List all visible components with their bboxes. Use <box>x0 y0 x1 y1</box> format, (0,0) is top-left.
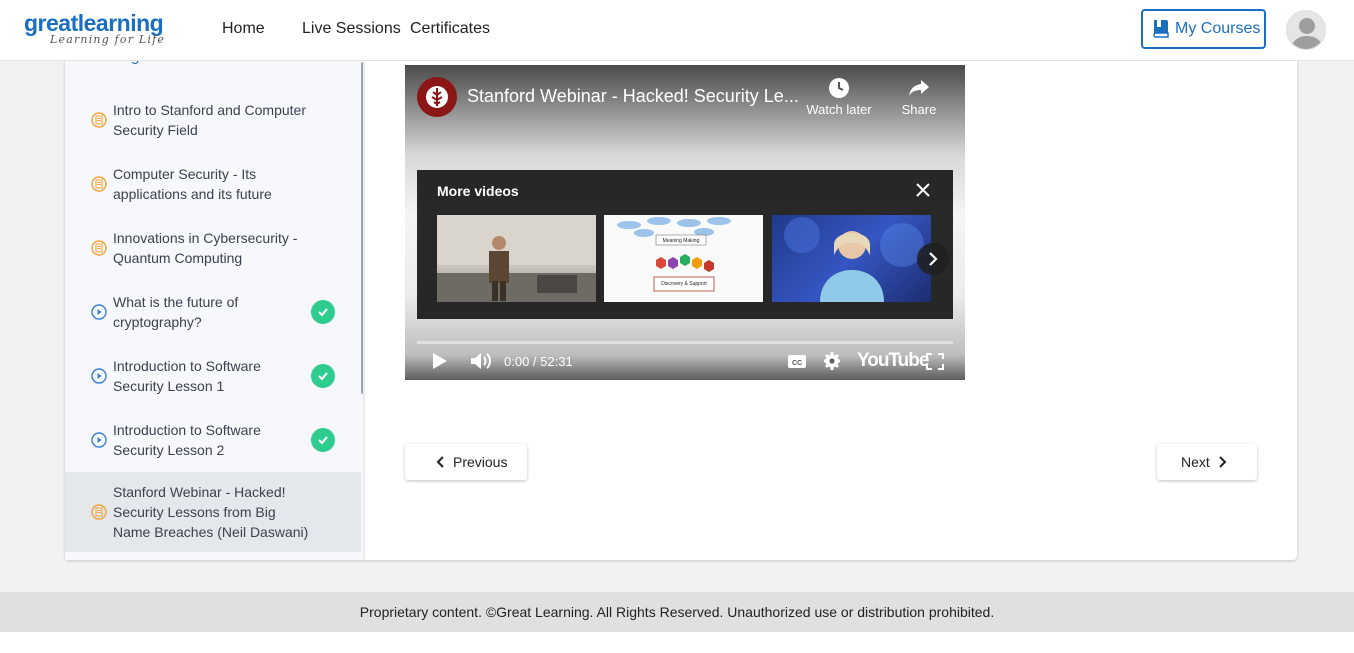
youtube-logo[interactable]: YouTube <box>857 350 929 372</box>
next-label: Next <box>1181 454 1210 470</box>
video-thumbnail[interactable]: Meaning Making Discovery & Support <box>604 215 763 302</box>
sidebar-item-stanford-webinar[interactable]: Stanford Webinar - Hacked! Security Less… <box>65 472 361 552</box>
clock-icon <box>829 78 849 98</box>
share-label: Share <box>901 102 937 117</box>
sidebar-item-label: Introduction to Software Security Lesson… <box>113 358 261 394</box>
nav-certificates[interactable]: Certificates <box>410 20 490 38</box>
sidebar-item-label: Stanford Webinar - Hacked! Security Less… <box>113 484 309 540</box>
sidebar-item-label: Computer Security - Its applications and… <box>113 166 272 202</box>
footer-copyright: Proprietary content. ©Great Learning. Al… <box>0 592 1354 632</box>
sidebar-item-label: Introduction to Software Security Lesson… <box>113 422 261 458</box>
document-icon <box>91 240 107 256</box>
document-icon <box>91 504 107 520</box>
sidebar-item-cryptography[interactable]: What is the future of cryptography? <box>65 280 361 344</box>
sidebar-item-label: What is the future of cryptography? <box>113 294 239 330</box>
play-icon <box>91 304 107 320</box>
sidebar-item-computer-security[interactable]: Computer Security - Its applications and… <box>65 152 361 216</box>
sidebar-item-innovations[interactable]: Innovations in Cybersecurity - Quantum C… <box>65 216 361 280</box>
more-videos-panel: More videos Meaning Making Discovery & S… <box>417 170 953 319</box>
learning-material-sidebar: Learning Material Intro to Stanford and … <box>65 40 365 560</box>
sidebar-item-software-security-2[interactable]: Introduction to Software Security Lesson… <box>65 408 361 472</box>
settings-gear-icon[interactable] <box>822 350 842 372</box>
my-courses-label: My Courses <box>1175 20 1261 37</box>
play-icon <box>91 368 107 384</box>
chevron-left-icon <box>436 456 444 468</box>
video-title[interactable]: Stanford Webinar - Hacked! Security Le..… <box>467 86 799 107</box>
svg-text:CC: CC <box>792 360 802 367</box>
thumb-text-discovery: Discovery & Support <box>661 281 707 287</box>
completed-check-icon <box>311 300 335 324</box>
more-videos-title: More videos <box>437 183 519 199</box>
document-icon <box>91 176 107 192</box>
great-learning-logo[interactable]: greatlearning Learning for Life <box>24 11 165 45</box>
fullscreen-icon[interactable] <box>926 350 944 372</box>
user-avatar[interactable] <box>1286 10 1326 50</box>
logo-text: greatlearning <box>24 10 164 36</box>
chevron-right-icon <box>929 252 938 266</box>
completed-check-icon <box>311 428 335 452</box>
volume-icon[interactable] <box>469 350 493 372</box>
video-thumbnail[interactable] <box>772 215 931 302</box>
page-bottom <box>0 632 1354 653</box>
sidebar-item-intro-stanford[interactable]: Intro to Stanford and Computer Security … <box>65 88 361 152</box>
previous-button[interactable]: Previous <box>405 444 527 480</box>
close-icon[interactable] <box>915 182 931 198</box>
share-button[interactable]: Share <box>899 77 939 117</box>
stanford-channel-icon[interactable] <box>417 77 457 117</box>
sidebar-scrollbar[interactable] <box>361 62 363 394</box>
next-button[interactable]: Next <box>1157 444 1257 480</box>
logo-tagline: Learning for Life <box>50 33 166 46</box>
document-icon <box>91 112 107 128</box>
top-header: greatlearning Learning for Life Home Liv… <box>0 0 1354 61</box>
captions-icon[interactable]: CC <box>787 350 807 372</box>
play-icon <box>91 432 107 448</box>
thumb-text-meaning-making: Meaning Making <box>663 238 700 244</box>
completed-check-icon <box>311 364 335 388</box>
previous-label: Previous <box>453 454 508 470</box>
more-videos-next-button[interactable] <box>917 243 949 275</box>
video-thumbnail[interactable] <box>437 215 596 302</box>
nav-live-sessions[interactable]: Live Sessions <box>302 20 401 38</box>
play-icon[interactable] <box>431 350 449 372</box>
sidebar-item-label: Intro to Stanford and Computer Security … <box>113 102 306 138</box>
video-progress-bar[interactable] <box>417 341 953 344</box>
share-icon <box>909 80 929 96</box>
chevron-right-icon <box>1219 456 1227 468</box>
sidebar-item-label: Innovations in Cybersecurity - Quantum C… <box>113 230 298 266</box>
video-time: 0:00 / 52:31 <box>504 354 573 369</box>
nav-home[interactable]: Home <box>222 20 265 38</box>
watch-later-label: Watch later <box>806 102 872 117</box>
my-courses-button[interactable]: My Courses <box>1141 9 1266 49</box>
video-player[interactable]: Stanford Webinar - Hacked! Security Le..… <box>405 65 965 380</box>
watch-later-button[interactable]: Watch later <box>803 77 875 117</box>
user-icon <box>1291 18 1323 49</box>
book-icon <box>1153 20 1169 38</box>
sidebar-item-software-security-1[interactable]: Introduction to Software Security Lesson… <box>65 344 361 408</box>
